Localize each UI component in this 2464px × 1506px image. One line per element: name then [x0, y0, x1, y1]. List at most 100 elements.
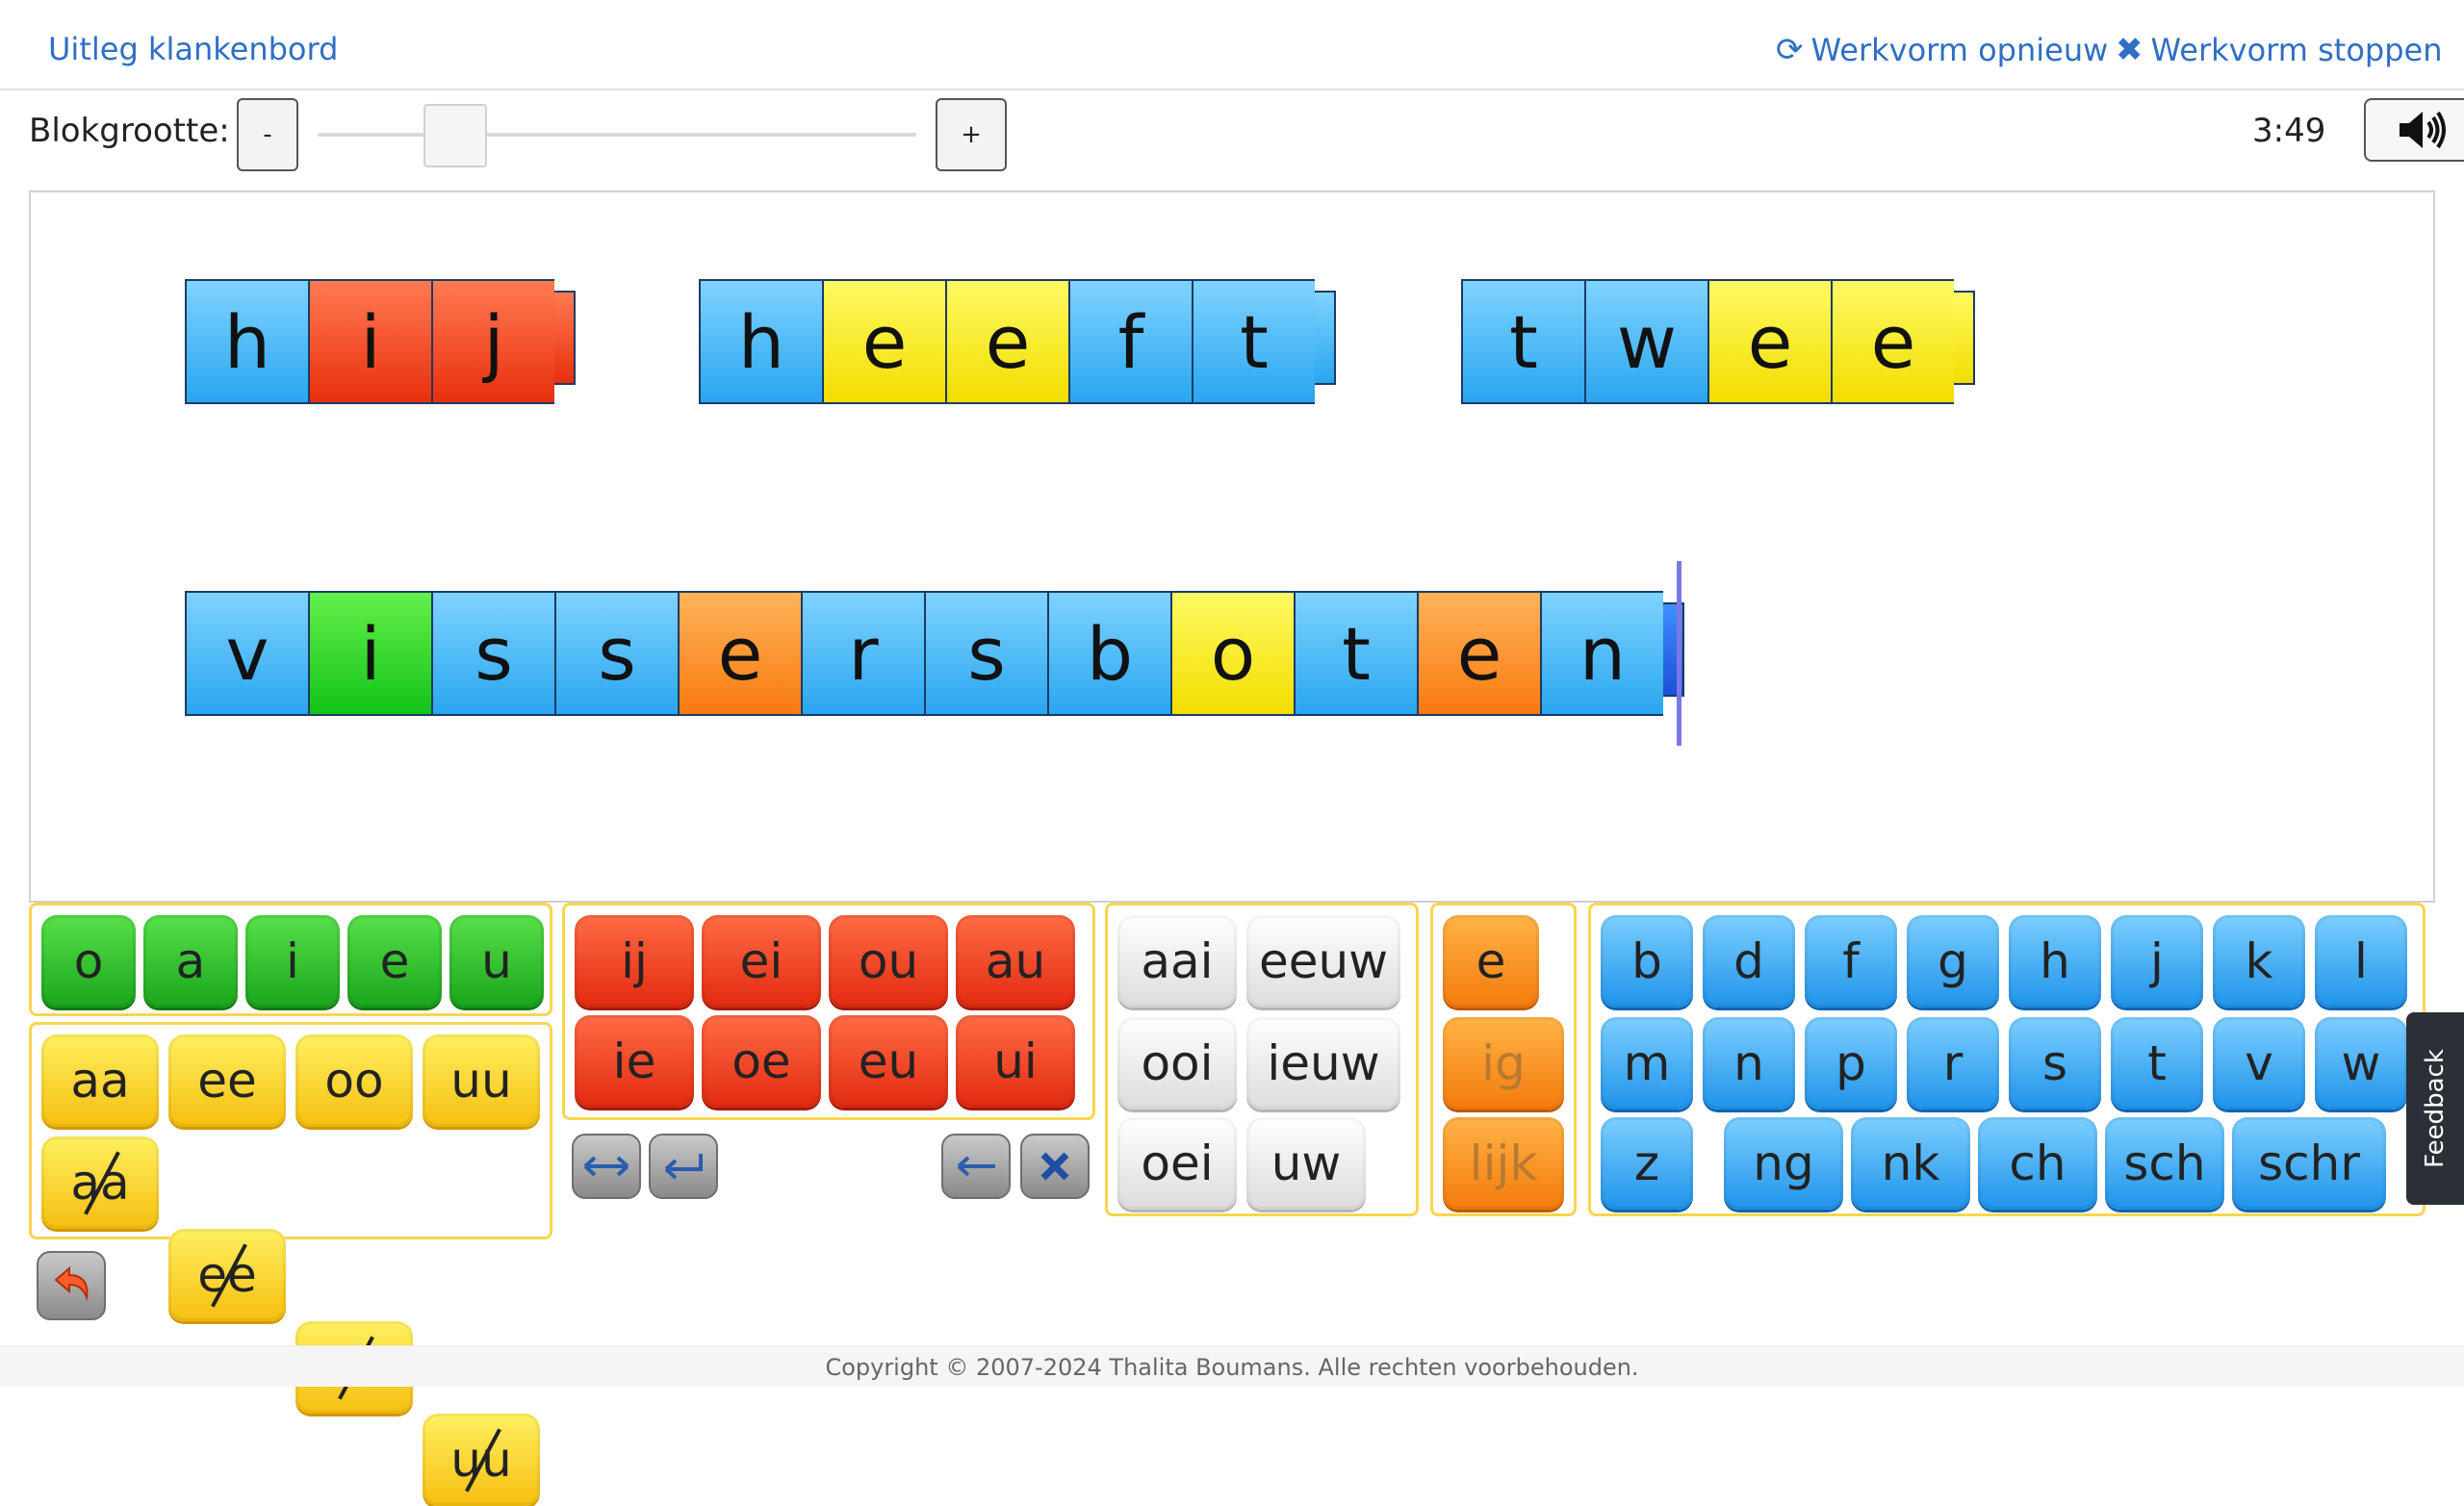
key-n[interactable]: n — [1703, 1017, 1795, 1110]
arrow-left-icon — [957, 1156, 995, 1177]
key-o[interactable]: o — [41, 915, 136, 1008]
block-size-slider-handle[interactable] — [424, 104, 487, 167]
letter-tile[interactable]: b — [1047, 591, 1170, 716]
key-d[interactable]: d — [1703, 915, 1795, 1008]
letter-tile[interactable]: e — [945, 279, 1068, 404]
key-g[interactable]: g — [1907, 915, 1999, 1008]
key-aai[interactable]: aai — [1117, 915, 1237, 1008]
key-t[interactable]: t — [2111, 1017, 2203, 1110]
letter-tile[interactable]: e — [1417, 591, 1540, 716]
word-handle[interactable] — [554, 291, 576, 385]
letter-tile[interactable]: f — [1068, 279, 1192, 404]
stop-exercise-link[interactable]: ✖ Werkvorm stoppen — [2116, 31, 2442, 69]
letter-tile[interactable]: h — [185, 279, 308, 404]
key-au[interactable]: au — [956, 915, 1075, 1008]
key-oe[interactable]: oe — [702, 1015, 821, 1108]
space-button[interactable] — [572, 1134, 641, 1199]
word-block[interactable]: heeft — [699, 279, 1336, 404]
key-r[interactable]: r — [1907, 1017, 1999, 1110]
key-z[interactable]: z — [1601, 1117, 1693, 1210]
key-v[interactable]: v — [2213, 1017, 2305, 1110]
key-w[interactable]: w — [2315, 1017, 2407, 1110]
word-block[interactable]: twee — [1461, 279, 1975, 404]
word-board[interactable]: hij heeft twee vissersboten — [29, 191, 2435, 903]
key-ng[interactable]: ng — [1724, 1117, 1843, 1210]
backspace-button[interactable] — [941, 1134, 1011, 1199]
key-b[interactable]: b — [1601, 915, 1693, 1008]
undo-button[interactable] — [37, 1251, 106, 1320]
key-s[interactable]: s — [2009, 1017, 2101, 1110]
sound-button[interactable] — [2364, 98, 2464, 162]
key-eeuw[interactable]: eeuw — [1246, 915, 1400, 1008]
letter-tile[interactable]: v — [185, 591, 308, 716]
key-ou[interactable]: ou — [829, 915, 948, 1008]
key-oei[interactable]: oei — [1117, 1117, 1237, 1210]
word-handle[interactable] — [1315, 291, 1336, 385]
key-ig[interactable]: ig — [1443, 1017, 1564, 1110]
key-j[interactable]: j — [2111, 915, 2203, 1008]
letter-tile[interactable]: t — [1461, 279, 1584, 404]
key-nk[interactable]: nk — [1851, 1117, 1970, 1210]
block-size-decrease-button[interactable]: - — [237, 98, 298, 171]
letter-tile[interactable]: e — [678, 591, 801, 716]
key-ij[interactable]: ij — [575, 915, 694, 1008]
letter-tile[interactable]: t — [1294, 591, 1417, 716]
block-size-increase-button[interactable]: + — [936, 98, 1007, 171]
key-uw[interactable]: uw — [1246, 1117, 1366, 1210]
key-ch[interactable]: ch — [1978, 1117, 2097, 1210]
key-uu-split[interactable]: uu — [423, 1414, 540, 1506]
word-block[interactable]: hij — [185, 279, 576, 404]
key-i[interactable]: i — [245, 915, 340, 1008]
key-ee-split[interactable]: ee — [168, 1229, 286, 1321]
undo-icon — [54, 1265, 89, 1301]
letter-tile[interactable]: i — [308, 591, 431, 716]
letter-tile[interactable]: s — [924, 591, 1047, 716]
key-h[interactable]: h — [2009, 915, 2101, 1008]
letter-tile[interactable]: h — [699, 279, 822, 404]
letter-tile[interactable]: e — [1831, 279, 1954, 404]
key-m[interactable]: m — [1601, 1017, 1693, 1110]
key-e[interactable]: e — [347, 915, 442, 1008]
key-ie[interactable]: ie — [575, 1015, 694, 1108]
restart-exercise-link[interactable]: ⟳ Werkvorm opnieuw — [1776, 31, 2108, 69]
letter-tile[interactable]: r — [801, 591, 924, 716]
enter-button[interactable] — [649, 1134, 718, 1199]
endings-panel: e ig lijk — [1430, 903, 1577, 1216]
key-ieuw[interactable]: ieuw — [1246, 1017, 1400, 1110]
clear-button[interactable] — [1020, 1134, 1090, 1199]
uitleg-klankenbord-link[interactable]: Uitleg klankenbord — [48, 31, 338, 67]
key-aa-split[interactable]: aa — [41, 1136, 159, 1229]
key-ooi[interactable]: ooi — [1117, 1017, 1237, 1110]
key-f[interactable]: f — [1805, 915, 1897, 1008]
word-handle[interactable] — [1954, 291, 1975, 385]
letter-tile[interactable]: n — [1540, 591, 1663, 716]
key-eu[interactable]: eu — [829, 1015, 948, 1108]
letter-tile[interactable]: s — [431, 591, 554, 716]
letter-tile[interactable]: o — [1170, 591, 1294, 716]
key-e-ending[interactable]: e — [1443, 915, 1539, 1008]
key-aa[interactable]: aa — [41, 1034, 159, 1127]
letter-tile[interactable]: j — [431, 279, 554, 404]
feedback-tab[interactable]: Feedback — [2406, 1012, 2464, 1205]
letter-tile[interactable]: t — [1192, 279, 1315, 404]
word-block[interactable]: vissersboten — [185, 591, 1684, 716]
key-sch[interactable]: sch — [2105, 1117, 2224, 1210]
key-ee[interactable]: ee — [168, 1034, 286, 1127]
key-oo[interactable]: oo — [295, 1034, 413, 1127]
letter-tile[interactable]: e — [822, 279, 945, 404]
key-l[interactable]: l — [2315, 915, 2407, 1008]
key-lijk[interactable]: lijk — [1443, 1117, 1564, 1210]
letter-tile[interactable]: i — [308, 279, 431, 404]
letter-tile[interactable]: e — [1707, 279, 1831, 404]
letter-tile[interactable]: w — [1584, 279, 1707, 404]
key-a[interactable]: a — [143, 915, 238, 1008]
key-k[interactable]: k — [2213, 915, 2305, 1008]
block-size-slider-track[interactable] — [318, 133, 916, 137]
key-u[interactable]: u — [449, 915, 544, 1008]
key-uu[interactable]: uu — [423, 1034, 540, 1127]
letter-tile[interactable]: s — [554, 591, 678, 716]
key-schr[interactable]: schr — [2232, 1117, 2386, 1210]
key-p[interactable]: p — [1805, 1017, 1897, 1110]
key-ui[interactable]: ui — [956, 1015, 1075, 1108]
key-ei[interactable]: ei — [702, 915, 821, 1008]
